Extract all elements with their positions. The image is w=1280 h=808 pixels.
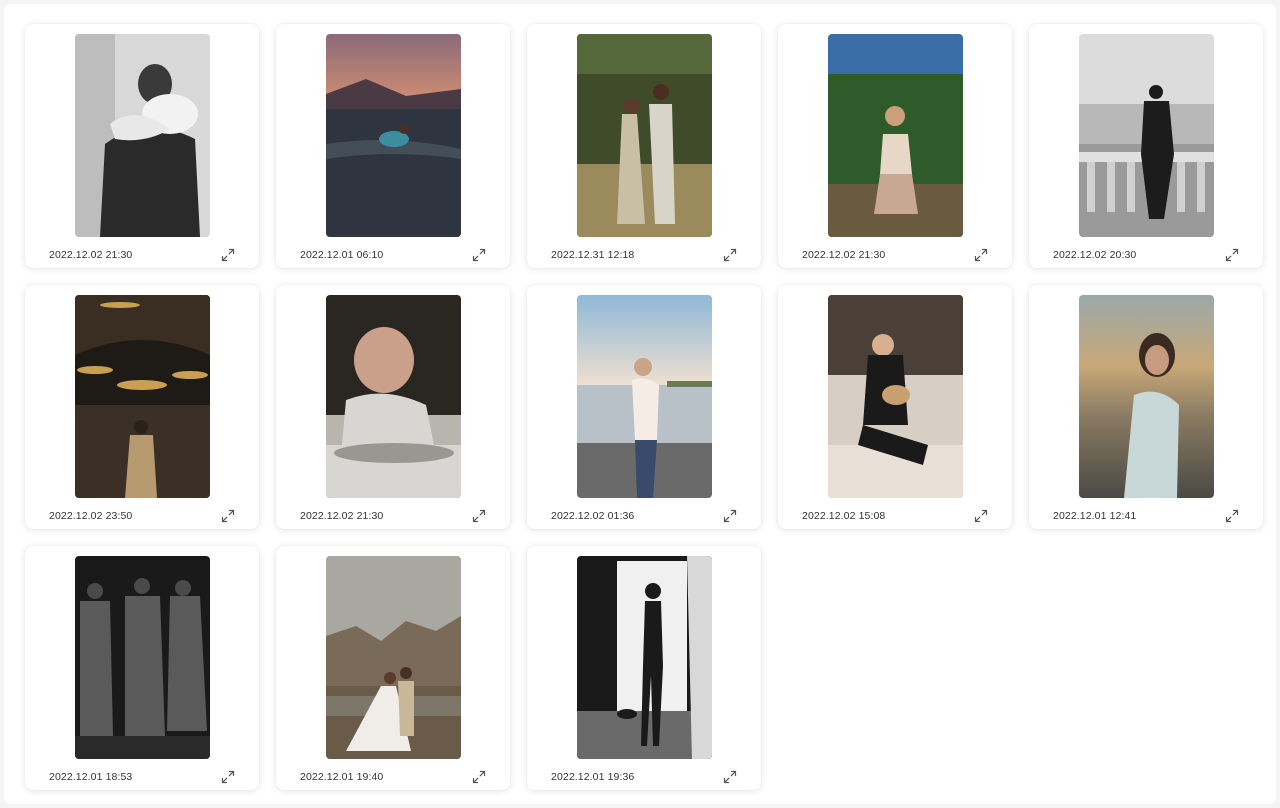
expand-icon[interactable] [472,248,486,262]
photo-thumbnail-smiling-baby[interactable] [326,295,461,498]
photo-timestamp: 2022.12.02 20:30 [1053,249,1137,261]
photo-thumbnail-woman-in-garden[interactable] [828,34,963,237]
photo-thumbnail-couple-embrace-bw[interactable] [75,34,210,237]
photo-thumbnail-woman-with-cat-on-sofa[interactable] [828,295,963,498]
photo-timestamp: 2022.12.02 15:08 [802,510,886,522]
photo-card-4[interactable]: 2022.12.02 21:30 [778,24,1012,268]
photo-thumbnail-three-people-dark[interactable] [75,556,210,759]
expand-icon[interactable] [1225,509,1239,523]
expand-icon[interactable] [221,770,235,784]
photo-card-6[interactable]: 2022.12.02 23:50 [25,285,259,529]
photo-grid: 2022.12.02 21:30 2022.12.01 06:10 2022.1… [25,24,1263,790]
expand-icon[interactable] [974,509,988,523]
photo-timestamp: 2022.12.01 18:53 [49,771,133,783]
photo-timestamp: 2022.12.02 21:30 [300,510,384,522]
expand-icon[interactable] [472,770,486,784]
expand-icon[interactable] [472,509,486,523]
photo-card-12[interactable]: 2022.12.01 19:40 [276,546,510,790]
photo-card-5[interactable]: 2022.12.02 20:30 [1029,24,1263,268]
photo-thumbnail-woman-in-wind[interactable] [1079,295,1214,498]
photo-timestamp: 2022.12.01 19:40 [300,771,384,783]
expand-icon[interactable] [221,248,235,262]
photo-timestamp: 2022.12.02 23:50 [49,510,133,522]
photo-card-13[interactable]: 2022.12.01 19:36 [527,546,761,790]
photo-thumbnail-couple-in-field[interactable] [577,34,712,237]
gallery-panel: 2022.12.02 21:30 2022.12.01 06:10 2022.1… [4,4,1276,804]
expand-icon[interactable] [723,770,737,784]
photo-thumbnail-woman-in-lake-sunset[interactable] [326,34,461,237]
photo-timestamp: 2022.12.02 21:30 [49,249,133,261]
expand-icon[interactable] [723,248,737,262]
photo-card-2[interactable]: 2022.12.01 06:10 [276,24,510,268]
photo-thumbnail-wedding-mountains[interactable] [326,556,461,759]
photo-thumbnail-man-on-balcony-bw[interactable] [1079,34,1214,237]
expand-icon[interactable] [221,509,235,523]
expand-icon[interactable] [1225,248,1239,262]
photo-timestamp: 2022.12.02 01:36 [551,510,635,522]
photo-thumbnail-mosque-interior[interactable] [75,295,210,498]
photo-card-10[interactable]: 2022.12.01 12:41 [1029,285,1263,529]
photo-card-7[interactable]: 2022.12.02 21:30 [276,285,510,529]
photo-thumbnail-woman-by-lake[interactable] [577,295,712,498]
photo-card-3[interactable]: 2022.12.31 12:18 [527,24,761,268]
photo-card-11[interactable]: 2022.12.01 18:53 [25,546,259,790]
photo-card-8[interactable]: 2022.12.02 01:36 [527,285,761,529]
expand-icon[interactable] [723,509,737,523]
photo-timestamp: 2022.12.01 19:36 [551,771,635,783]
expand-icon[interactable] [974,248,988,262]
photo-timestamp: 2022.12.01 12:41 [1053,510,1137,522]
photo-thumbnail-silhouette-doorway-bw[interactable] [577,556,712,759]
photo-timestamp: 2022.12.02 21:30 [802,249,886,261]
photo-timestamp: 2022.12.31 12:18 [551,249,635,261]
photo-card-9[interactable]: 2022.12.02 15:08 [778,285,1012,529]
photo-card-1[interactable]: 2022.12.02 21:30 [25,24,259,268]
photo-timestamp: 2022.12.01 06:10 [300,249,384,261]
